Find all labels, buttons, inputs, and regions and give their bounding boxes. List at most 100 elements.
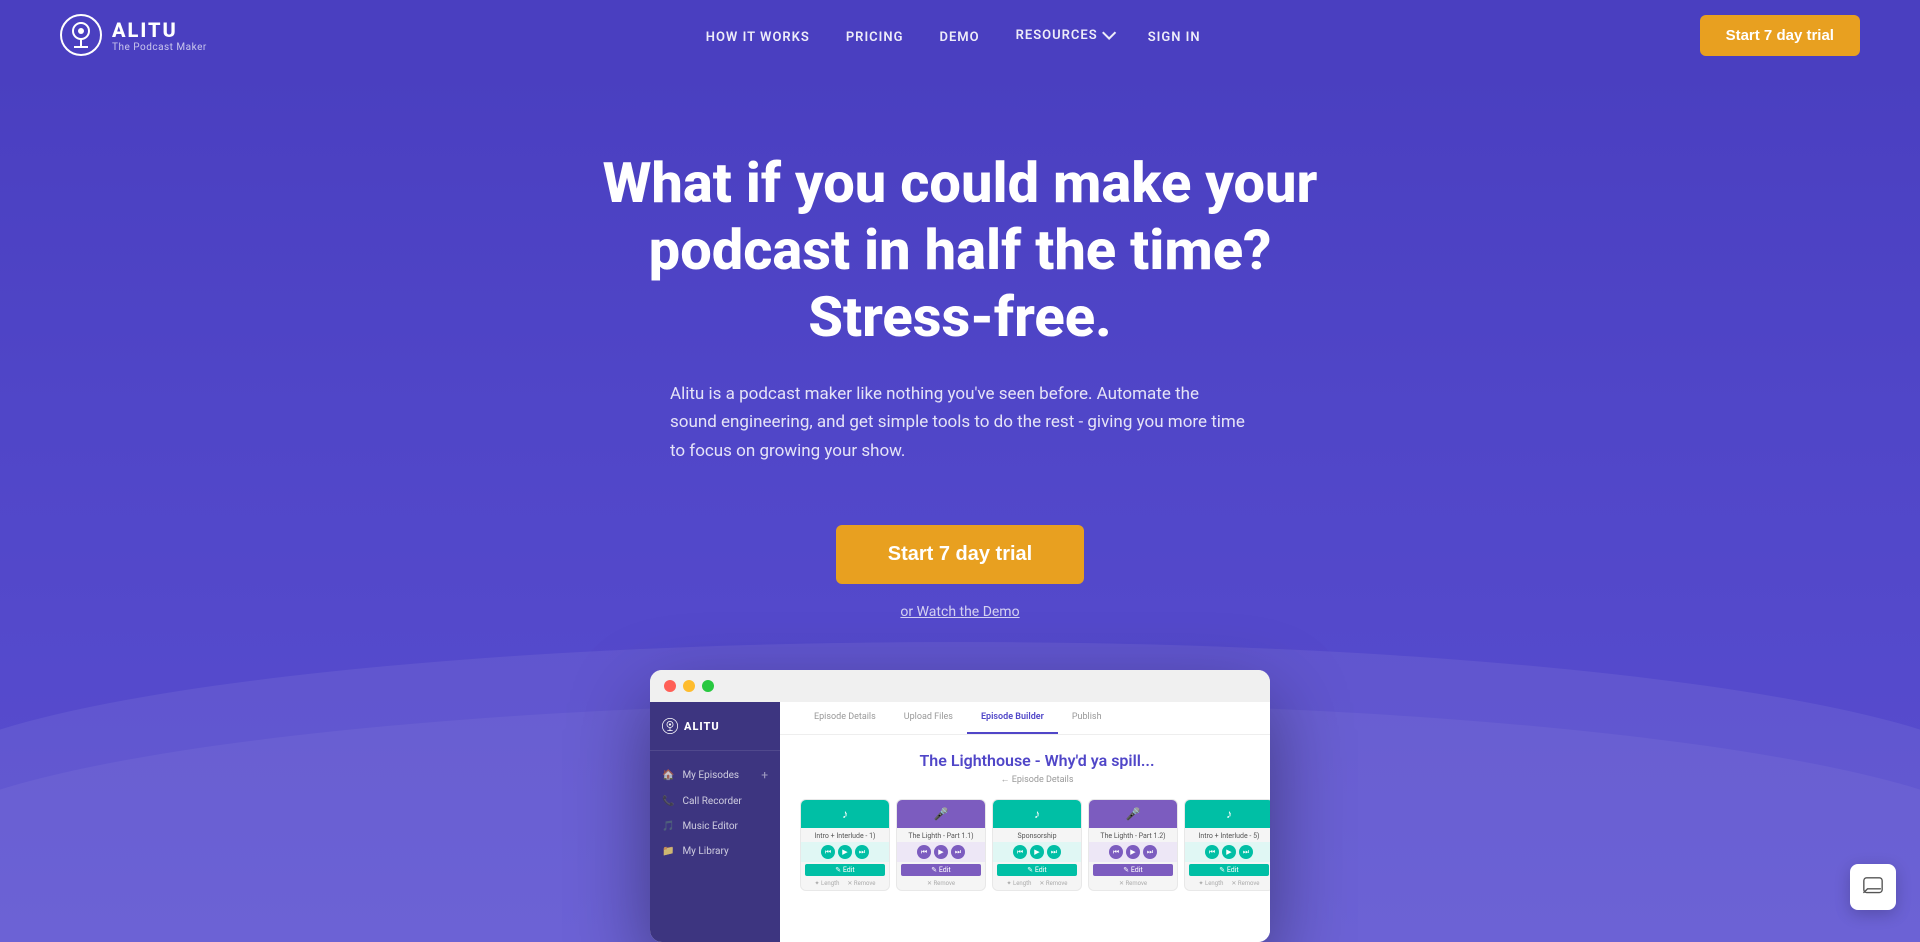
app-content: The Lighthouse - Why'd ya spill... ← Epi…	[780, 735, 1270, 942]
rewind-button-2[interactable]: ⏮	[917, 845, 931, 859]
sidebar-item-my-library[interactable]: 📁 My Library	[650, 839, 780, 864]
titlebar-minimize-dot	[683, 680, 695, 692]
block-header-1: ♪	[801, 800, 889, 828]
block-footer-5: ✦ Length ✕ Remove	[1185, 878, 1270, 890]
forward-button-2[interactable]: ⏭	[951, 845, 965, 859]
logo-tagline: The Podcast Maker	[112, 42, 207, 53]
block-controls-1: ⏮ ▶ ⏭	[801, 842, 889, 862]
hero-subtitle: Alitu is a podcast maker like nothing yo…	[670, 380, 1250, 467]
edit-button-2[interactable]: ✎ Edit	[901, 864, 981, 876]
episode-block-4: 🎤 The Lighth - Part 1.2) ⏮ ▶ ⏭ ✎ Edit	[1088, 799, 1178, 891]
remove-link-3[interactable]: ✕ Remove	[1039, 880, 1067, 887]
sidebar-logo-icon	[662, 718, 678, 734]
rewind-button-4[interactable]: ⏮	[1109, 845, 1123, 859]
home-icon: 🏠	[662, 770, 674, 781]
tab-episode-details[interactable]: Episode Details	[800, 702, 890, 734]
hero-trial-button[interactable]: Start 7 day trial	[836, 525, 1085, 584]
hero-section: What if you could make your podcast in h…	[0, 70, 1920, 942]
episode-block-5: ♪ Intro + Interlude - 5) ⏮ ▶ ⏭ ✎ Edit	[1184, 799, 1270, 891]
hero-subtitle-wrap: Alitu is a podcast maker like nothing yo…	[20, 380, 1900, 507]
edit-button-1[interactable]: ✎ Edit	[805, 864, 885, 876]
remove-link-2[interactable]: ✕ Remove	[927, 880, 955, 887]
chat-widget[interactable]	[1850, 864, 1896, 910]
nav-item-how-it-works[interactable]: HOW IT WORKS	[706, 26, 810, 45]
block-footer-3: ✦ Length ✕ Remove	[993, 878, 1081, 890]
library-icon: 📁	[662, 846, 674, 857]
forward-button-4[interactable]: ⏭	[1143, 845, 1157, 859]
sidebar-label-music-editor: Music Editor	[682, 821, 737, 832]
app-main: Episode Details Upload Files Episode Bui…	[780, 702, 1270, 942]
play-button-3[interactable]: ▶	[1030, 845, 1044, 859]
nav-item-demo[interactable]: DEMO	[939, 26, 979, 45]
tab-publish[interactable]: Publish	[1058, 702, 1116, 734]
remove-link-1[interactable]: ✕ Remove	[847, 880, 875, 887]
sidebar-item-music-editor[interactable]: 🎵 Music Editor	[650, 814, 780, 839]
block-header-3: ♪	[993, 800, 1081, 828]
chat-icon	[1862, 876, 1884, 898]
rewind-button-5[interactable]: ⏮	[1205, 845, 1219, 859]
forward-button-3[interactable]: ⏭	[1047, 845, 1061, 859]
plus-icon[interactable]: +	[761, 768, 768, 782]
sidebar-label-my-episodes: My Episodes	[682, 770, 739, 781]
nav-item-pricing[interactable]: PRICING	[846, 26, 904, 45]
app-preview: ALITU 🏠 My Episodes + 📞 Call Recorder 🎵 …	[650, 670, 1270, 942]
sidebar-item-my-episodes[interactable]: 🏠 My Episodes +	[650, 761, 780, 789]
episode-title: The Lighthouse - Why'd ya spill...	[800, 751, 1270, 770]
tab-episode-builder[interactable]: Episode Builder	[967, 702, 1058, 734]
play-button-4[interactable]: ▶	[1126, 845, 1140, 859]
block-footer-1: ✦ Length ✕ Remove	[801, 878, 889, 890]
nav-links: HOW IT WORKS PRICING DEMO RESOURCES SIGN…	[706, 26, 1201, 45]
logo-icon	[60, 14, 102, 56]
app-titlebar	[650, 670, 1270, 702]
block-controls-5: ⏮ ▶ ⏭	[1185, 842, 1270, 862]
block-name-3: Sponsorship	[993, 828, 1081, 842]
sidebar-label-call-recorder: Call Recorder	[682, 796, 741, 807]
episode-block-1: ♪ Intro + Interlude - 1) ⏮ ▶ ⏭ ✎ Edit	[800, 799, 890, 891]
nav-item-sign-in[interactable]: SIGN IN	[1148, 26, 1201, 45]
rewind-button-1[interactable]: ⏮	[821, 845, 835, 859]
edit-button-4[interactable]: ✎ Edit	[1093, 864, 1173, 876]
block-controls-2: ⏮ ▶ ⏭	[897, 842, 985, 862]
edit-button-3[interactable]: ✎ Edit	[997, 864, 1077, 876]
app-tabs: Episode Details Upload Files Episode Bui…	[780, 702, 1270, 735]
hero-demo-link[interactable]: or Watch the Demo	[20, 604, 1900, 620]
episode-blocks: ♪ Intro + Interlude - 1) ⏮ ▶ ⏭ ✎ Edit	[800, 799, 1270, 895]
block-footer-2: ✕ Remove	[897, 878, 985, 890]
logo-name: ALITU	[112, 18, 207, 42]
forward-button-1[interactable]: ⏭	[855, 845, 869, 859]
play-button-1[interactable]: ▶	[838, 845, 852, 859]
sidebar-item-call-recorder[interactable]: 📞 Call Recorder	[650, 789, 780, 814]
tab-upload-files[interactable]: Upload Files	[890, 702, 967, 734]
app-sidebar: ALITU 🏠 My Episodes + 📞 Call Recorder 🎵 …	[650, 702, 780, 942]
rewind-button-3[interactable]: ⏮	[1013, 845, 1027, 859]
block-controls-3: ⏮ ▶ ⏭	[993, 842, 1081, 862]
music-icon: 🎵	[662, 821, 674, 832]
length-link-1[interactable]: ✦ Length	[815, 880, 840, 887]
sidebar-label-my-library: My Library	[682, 846, 728, 857]
remove-link-4[interactable]: ✕ Remove	[1119, 880, 1147, 887]
length-link-3[interactable]: ✦ Length	[1007, 880, 1032, 887]
length-link-5[interactable]: ✦ Length	[1199, 880, 1224, 887]
titlebar-close-dot	[664, 680, 676, 692]
remove-link-5[interactable]: ✕ Remove	[1231, 880, 1259, 887]
block-header-2: 🎤	[897, 800, 985, 828]
nav-item-resources[interactable]: RESOURCES	[1016, 28, 1112, 43]
phone-icon: 📞	[662, 796, 674, 807]
edit-button-5[interactable]: ✎ Edit	[1189, 864, 1269, 876]
music-note-icon: ♪	[842, 807, 848, 821]
forward-button-5[interactable]: ⏭	[1239, 845, 1253, 859]
mic-icon-4: 🎤	[1126, 807, 1141, 821]
nav-trial-button[interactable]: Start 7 day trial	[1700, 15, 1860, 56]
chevron-down-icon	[1102, 26, 1116, 40]
logo-text: ALITU The Podcast Maker	[112, 18, 207, 53]
music-note-icon-3: ♪	[1034, 807, 1040, 821]
block-name-5: Intro + Interlude - 5)	[1185, 828, 1270, 842]
play-button-2[interactable]: ▶	[934, 845, 948, 859]
navigation: ALITU The Podcast Maker HOW IT WORKS PRI…	[0, 0, 1920, 70]
sidebar-logo-text: ALITU	[684, 720, 720, 733]
app-body: ALITU 🏠 My Episodes + 📞 Call Recorder 🎵 …	[650, 702, 1270, 942]
logo[interactable]: ALITU The Podcast Maker	[60, 14, 207, 56]
block-name-2: The Lighth - Part 1.1)	[897, 828, 985, 842]
block-name-1: Intro + Interlude - 1)	[801, 828, 889, 842]
play-button-5[interactable]: ▶	[1222, 845, 1236, 859]
